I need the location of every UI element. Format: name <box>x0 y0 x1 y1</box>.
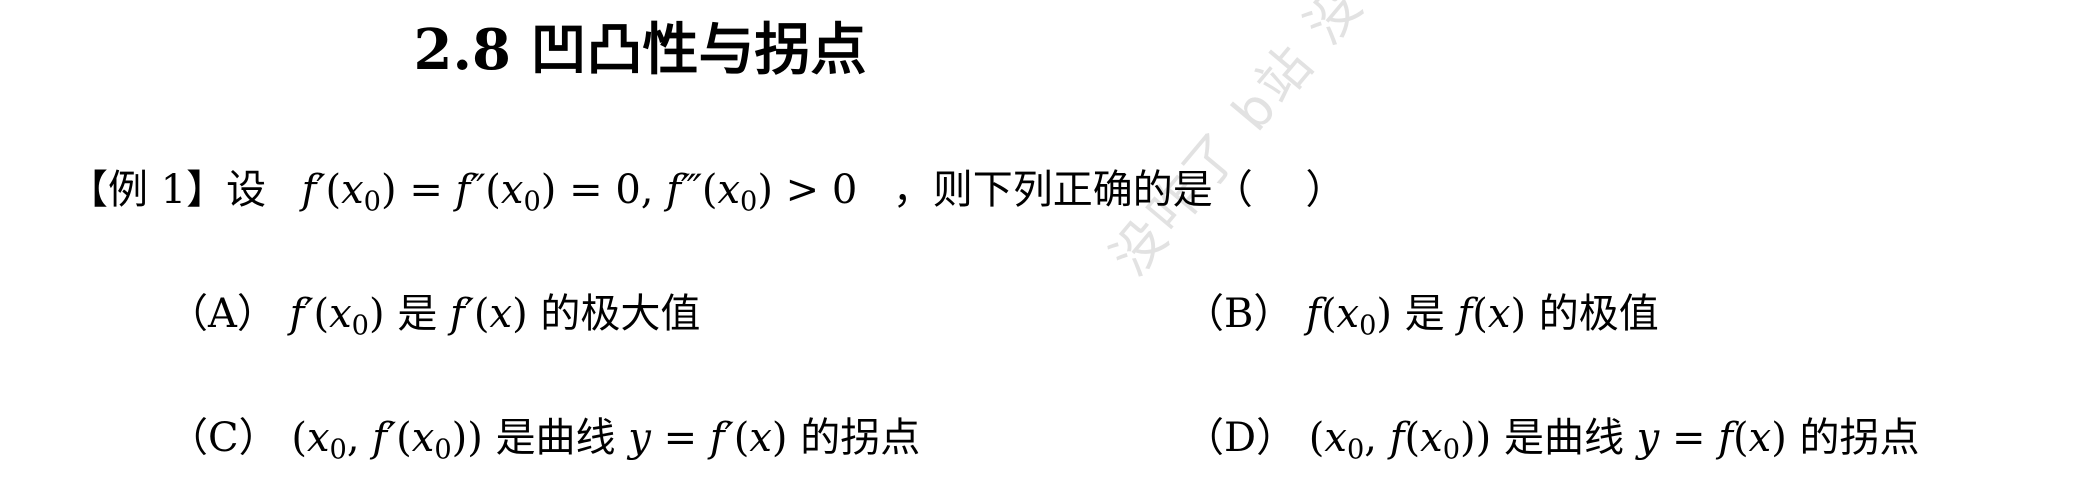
math-f-double-prime: f″ <box>455 167 486 213</box>
option-b: （B） f(x0) 是 f(x) 的极值 <box>1184 291 1659 342</box>
option-c-label: （C） <box>168 415 279 461</box>
option-a: （A） f′(x0) 是 f′(x) 的极大值 <box>168 291 701 342</box>
math-f-triple-prime: f‴ <box>666 167 702 213</box>
option-c: （C） (x0, f′(x0)) 是曲线 y = f′(x) 的拐点 <box>168 415 921 466</box>
question-prefix: 【例 1】设 <box>68 167 267 213</box>
example-question: 【例 1】设 f′(x0) = f″(x0) = 0, f‴(x0) > 0 ，… <box>68 167 1346 218</box>
option-b-label: （B） <box>1184 291 1294 337</box>
option-d-label: （D） <box>1184 415 1297 461</box>
section-title: 2.8 凹凸性与拐点 <box>413 17 867 83</box>
question-suffix: ，则下列正确的是（ ） <box>892 167 1346 213</box>
option-d: （D） (x0, f(x0)) 是曲线 y = f(x) 的拐点 <box>1184 415 1920 466</box>
option-a-label: （A） <box>168 291 277 337</box>
math-f-prime: f′ <box>301 167 326 213</box>
